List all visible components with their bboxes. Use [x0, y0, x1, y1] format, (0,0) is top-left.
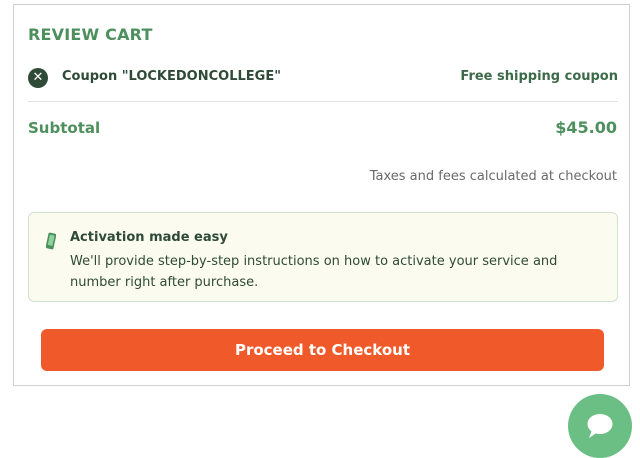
taxes-note: Taxes and fees calculated at checkout: [369, 169, 617, 184]
coupon-code-label: Coupon "LOCKEDONCOLLEGE": [62, 69, 281, 84]
proceed-to-checkout-button[interactable]: Proceed to Checkout: [41, 329, 604, 371]
remove-coupon-button[interactable]: ✕: [28, 68, 48, 88]
activation-info-box: Activation made easy We'll provide step-…: [28, 212, 618, 302]
activation-title: Activation made easy: [70, 230, 228, 245]
phone-icon: [46, 232, 56, 250]
subtotal-label: Subtotal: [28, 119, 101, 137]
close-icon: ✕: [32, 70, 44, 85]
activation-text: We'll provide step-by-step instructions …: [70, 254, 558, 290]
chat-button[interactable]: [568, 394, 632, 458]
cart-title: REVIEW CART: [28, 25, 153, 44]
subtotal-value: $45.00: [555, 118, 617, 137]
chat-bubble-icon: [587, 414, 613, 438]
coupon-row: ✕ Coupon "LOCKEDONCOLLEGE" Free shipping…: [28, 67, 618, 89]
coupon-description: Free shipping coupon: [460, 69, 618, 84]
review-cart-panel: REVIEW CART ✕ Coupon "LOCKEDONCOLLEGE" F…: [13, 4, 630, 386]
divider: [28, 101, 618, 102]
